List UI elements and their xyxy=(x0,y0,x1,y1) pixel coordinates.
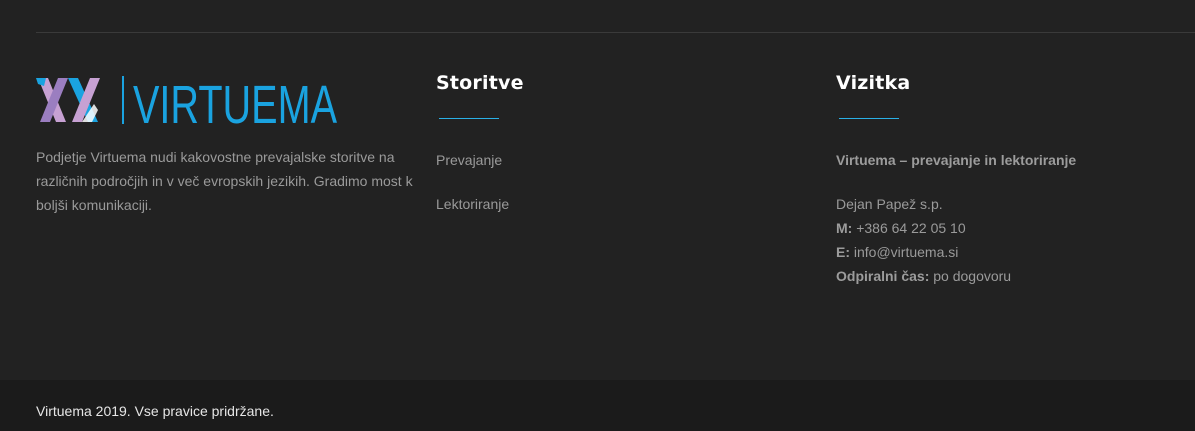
vcard-title-underline xyxy=(839,118,899,119)
virtuema-logo[interactable]: VIRTUEMA xyxy=(36,74,338,126)
services-title: Storitve xyxy=(436,72,524,94)
vcard-company-name: Virtuema – prevajanje in lektoriranje xyxy=(836,152,1077,168)
vcard-hours-value: po dogovoru xyxy=(933,268,1012,284)
vcard-phone: M: +386 64 22 05 10 xyxy=(836,220,966,236)
logo-wordmark: VIRTUEMA xyxy=(133,75,337,126)
logo-mark-icon: VIRTUEMA xyxy=(36,75,337,126)
about-text: Podjetje Virtuema nudi kakovostne prevaj… xyxy=(36,149,413,213)
top-divider xyxy=(36,32,1195,33)
vcard-owner: Dejan Papež s.p. xyxy=(836,196,943,212)
services-link-lektoriranje[interactable]: Lektoriranje xyxy=(436,196,509,212)
vcard-phone-value[interactable]: +386 64 22 05 10 xyxy=(856,220,965,236)
vcard-phone-label: M: xyxy=(836,220,853,236)
vcard-email-label: E: xyxy=(836,244,850,260)
services-link-prevajanje[interactable]: Prevajanje xyxy=(436,152,502,168)
vcard-email: E: info@virtuema.si xyxy=(836,244,958,260)
services-title-underline xyxy=(439,118,499,119)
copyright-bar: Virtuema 2019. Vse pravice pridržane. xyxy=(0,380,1195,431)
vcard-hours: Odpiralni čas: po dogovoru xyxy=(836,268,1011,284)
vcard-hours-label: Odpiralni čas: xyxy=(836,268,930,284)
copyright-text: Virtuema 2019. Vse pravice pridržane. xyxy=(36,403,274,419)
vcard-title: Vizitka xyxy=(836,72,911,94)
vcard-company: Virtuema – prevajanje in lektoriranje xyxy=(836,152,1076,168)
vcard-email-value[interactable]: info@virtuema.si xyxy=(854,244,958,260)
